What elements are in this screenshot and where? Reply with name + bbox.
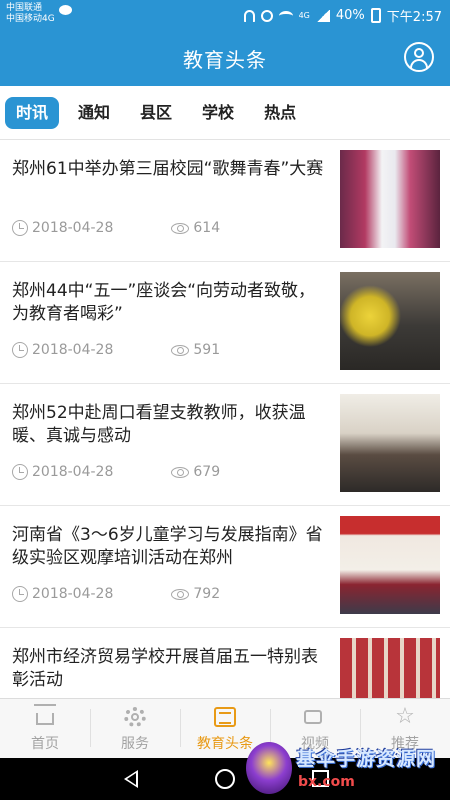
clock-time: 下午2:57 <box>386 10 442 25</box>
tab-xianqu[interactable]: 县区 <box>129 97 183 129</box>
nav-service[interactable]: 服务 <box>90 699 180 758</box>
news-views: 614 <box>193 220 221 236</box>
battery-percent: 40% <box>335 8 365 23</box>
eye-icon <box>171 344 190 356</box>
gear-icon <box>124 707 146 727</box>
message-icon <box>59 5 72 15</box>
news-views: 679 <box>193 464 221 480</box>
news-title: 郑州44中“五一”座谈会“向劳动者致敬，为教育者喝彩” <box>12 281 316 324</box>
tab-shixun[interactable]: 时讯 <box>5 96 60 129</box>
app-header: 教育头条 <box>0 28 450 86</box>
news-title: 郑州市经济贸易学校开展首届五一特别表彰活动 <box>12 647 318 690</box>
home-button-icon[interactable] <box>215 769 235 789</box>
clock-icon <box>12 220 28 236</box>
clock-icon <box>12 586 28 602</box>
status-bar: 中国联通 中国移动4G 4G 40% 下午2:57 <box>0 0 450 28</box>
battery-icon <box>370 8 381 23</box>
video-icon <box>304 710 322 724</box>
tab-tongzhi[interactable]: 通知 <box>67 97 121 129</box>
watermark-logo <box>246 742 292 794</box>
page-title: 教育头条 <box>183 48 267 72</box>
nav-home[interactable]: 首页 <box>0 699 90 758</box>
news-feed: 郑州61中举办第三届校园“歌舞青春”大赛 2018-04-28 614 郑州44… <box>0 140 450 698</box>
news-title: 郑州52中赴周口看望支教教师，收获温暖、真诚与感动 <box>12 403 306 446</box>
watermark-sub: bx.com <box>298 774 355 790</box>
news-item[interactable]: 郑州61中举办第三届校园“歌舞青春”大赛 2018-04-28 614 <box>0 140 450 262</box>
user-icon-body <box>410 59 428 68</box>
nav-label: 首页 <box>31 736 59 752</box>
news-thumbnail <box>340 638 440 698</box>
home-icon <box>36 713 54 725</box>
news-meta: 2018-04-28 614 <box>12 220 220 236</box>
news-meta: 2018-04-28 591 <box>12 342 220 358</box>
news-date: 2018-04-28 <box>32 464 114 480</box>
clock-icon <box>12 464 28 480</box>
wifi-icon <box>278 10 293 21</box>
watermark-text: 基伞手游资源网 <box>296 748 437 770</box>
signal-icon <box>315 9 330 22</box>
news-meta: 2018-04-28 679 <box>12 464 220 480</box>
news-item[interactable]: 郑州44中“五一”座谈会“向劳动者致敬，为教育者喝彩” 2018-04-28 5… <box>0 262 450 384</box>
back-icon[interactable] <box>124 770 138 788</box>
tab-xuexiao[interactable]: 学校 <box>191 97 245 129</box>
news-date: 2018-04-28 <box>32 342 114 358</box>
notification-icon <box>243 9 255 22</box>
alarm-icon <box>260 9 273 22</box>
news-thumbnail <box>340 272 440 370</box>
carrier-info: 中国联通 中国移动4G <box>6 3 72 25</box>
newspaper-icon <box>214 707 236 727</box>
user-profile-button[interactable] <box>404 42 434 72</box>
user-circle-icon <box>414 48 424 58</box>
news-thumbnail <box>340 394 440 492</box>
news-meta: 2018-04-28 792 <box>12 586 220 602</box>
eye-icon <box>171 222 190 234</box>
watermark: 基伞手游资源网 bx.com <box>246 738 446 798</box>
star-icon: ☆ <box>395 704 415 729</box>
eye-icon <box>171 466 190 478</box>
news-title: 河南省《3～6岁儿童学习与发展指南》省级实验区观摩培训活动在郑州 <box>12 525 323 568</box>
news-item[interactable]: 郑州市经济贸易学校开展首届五一特别表彰活动 <box>0 628 450 698</box>
carrier-1: 中国联通 <box>6 3 43 13</box>
carrier-2: 中国移动4G <box>6 14 55 24</box>
tab-redian[interactable]: 热点 <box>253 97 307 129</box>
news-item[interactable]: 河南省《3～6岁儿童学习与发展指南》省级实验区观摩培训活动在郑州 2018-04… <box>0 506 450 628</box>
status-right: 4G 40% 下午2:57 <box>243 6 442 25</box>
nav-label: 服务 <box>121 736 149 752</box>
network-type: 4G <box>298 11 310 20</box>
news-views: 792 <box>193 586 221 602</box>
category-tabs: 时讯 通知 县区 学校 热点 <box>0 86 450 140</box>
eye-icon <box>171 588 190 600</box>
news-title: 郑州61中举办第三届校园“歌舞青春”大赛 <box>12 159 324 179</box>
news-views: 591 <box>193 342 221 358</box>
news-thumbnail <box>340 516 440 614</box>
news-thumbnail <box>340 150 440 248</box>
news-date: 2018-04-28 <box>32 220 114 236</box>
news-item[interactable]: 郑州52中赴周口看望支教教师，收获温暖、真诚与感动 2018-04-28 679 <box>0 384 450 506</box>
news-date: 2018-04-28 <box>32 586 114 602</box>
clock-icon <box>12 342 28 358</box>
